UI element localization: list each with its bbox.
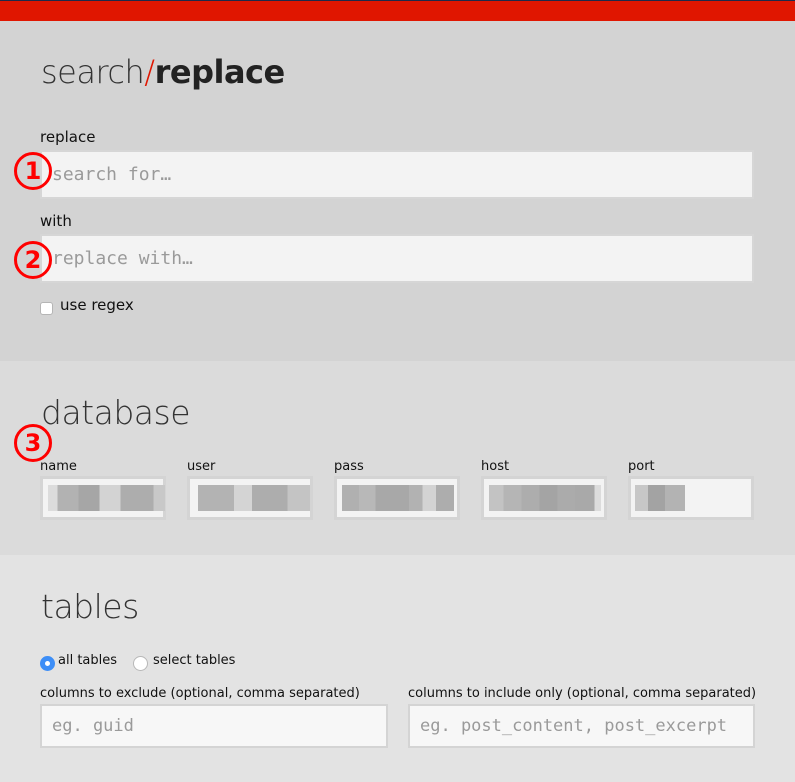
db-pass-input[interactable] [334,476,460,520]
include-columns-input[interactable] [408,704,755,748]
exclude-columns-input[interactable] [40,704,388,748]
tables-section: tables all tables select tables columns … [0,555,795,782]
select-tables-label[interactable]: select tables [153,653,235,668]
page-title: search/replace [41,53,285,91]
db-name-input[interactable] [40,476,166,520]
with-label: with [40,212,72,230]
redacted-value [198,485,310,511]
title-search: search [41,53,145,91]
db-port-input[interactable] [628,476,754,520]
redacted-value [48,485,165,511]
db-pass-label: pass [334,459,364,474]
redacted-value [489,485,601,511]
all-tables-label[interactable]: all tables [58,653,117,668]
use-regex-checkbox[interactable] [40,302,53,315]
title-slash: / [144,53,155,91]
db-name-label: name [40,459,77,474]
brand-bar [0,1,795,21]
exclude-columns-label: columns to exclude (optional, comma sepa… [40,686,360,701]
redacted-value [635,485,685,511]
database-title: database [41,393,191,432]
tables-title: tables [41,587,139,626]
db-host-input[interactable] [481,476,607,520]
db-user-label: user [187,459,216,474]
use-regex-label[interactable]: use regex [60,296,134,314]
include-columns-label: columns to include only (optional, comma… [408,686,757,701]
all-tables-radio[interactable] [40,656,55,671]
search-replace-section: search/replace replace with use regex 1 … [0,21,795,361]
title-replace: replace [154,53,286,91]
replace-with-input[interactable] [40,234,754,283]
database-section: database 3 name user pass host port [0,361,795,555]
select-tables-radio[interactable] [133,656,148,671]
redacted-value [342,485,454,511]
db-port-label: port [628,459,655,474]
search-for-input[interactable] [40,150,754,199]
replace-label: replace [40,128,96,146]
db-host-label: host [481,459,510,474]
db-user-input[interactable] [187,476,313,520]
